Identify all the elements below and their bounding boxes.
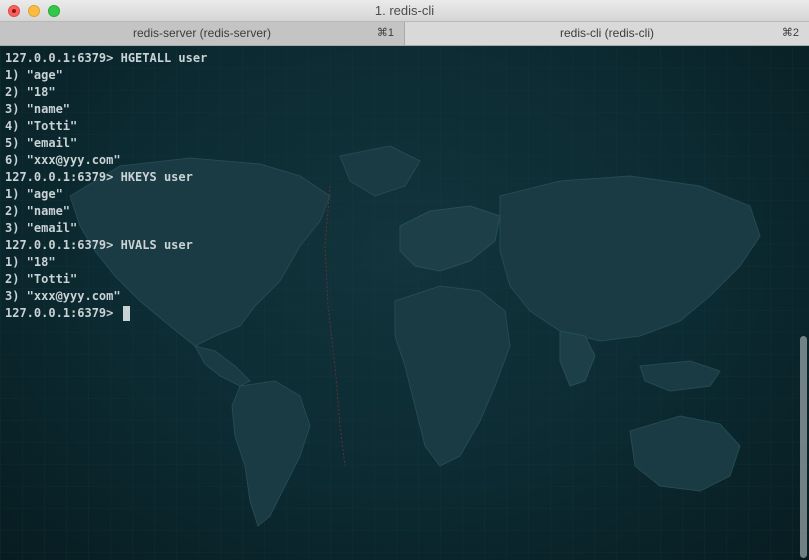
terminal-window: 1. redis-cli redis-server (redis-server)… xyxy=(0,0,809,560)
terminal-line: 3) "name" xyxy=(5,102,71,116)
title-bar: 1. redis-cli xyxy=(0,0,809,22)
terminal-line: 2) "name" xyxy=(5,204,71,218)
terminal-line: 2) "Totti" xyxy=(5,272,78,286)
tab-shortcut: ⌘2 xyxy=(781,27,799,39)
terminal-line: 127.0.0.1:6379> HVALS user xyxy=(5,238,193,252)
tab-label: redis-cli (redis-cli) xyxy=(559,26,654,40)
terminal-line: 1) "age" xyxy=(5,68,63,82)
terminal-line: 1) "18" xyxy=(5,255,56,269)
terminal-line: 127.0.0.1:6379> HGETALL user xyxy=(5,51,208,65)
current-prompt-line[interactable]: 127.0.0.1:6379> xyxy=(5,305,207,322)
vertical-scrollbar[interactable] xyxy=(798,46,809,560)
tab-redis-cli[interactable]: redis-cli (redis-cli) ⌘2 xyxy=(405,22,809,45)
terminal-lines: 127.0.0.1:6379> HGETALL user 1) "age" 2)… xyxy=(5,50,207,322)
terminal-line: 3) "email" xyxy=(5,221,78,235)
terminal-line: 4) "Totti" xyxy=(5,119,78,133)
prompt-text: 127.0.0.1:6379> xyxy=(5,306,121,320)
terminal-output[interactable]: 127.0.0.1:6379> HGETALL user 1) "age" 2)… xyxy=(0,46,809,560)
text-cursor xyxy=(122,306,130,321)
scrollbar-thumb[interactable] xyxy=(800,336,807,558)
tab-shortcut: ⌘1 xyxy=(376,27,394,39)
tab-redis-server[interactable]: redis-server (redis-server) ⌘1 xyxy=(0,22,405,45)
window-title: 1. redis-cli xyxy=(374,3,435,18)
terminal-line: 1) "age" xyxy=(5,187,63,201)
terminal-line: 2) "18" xyxy=(5,85,56,99)
tab-label: redis-server (redis-server) xyxy=(132,26,272,40)
terminal-line: 3) "xxx@yyy.com" xyxy=(5,289,121,303)
terminal-line: 127.0.0.1:6379> HKEYS user xyxy=(5,170,193,184)
terminal-line: 5) "email" xyxy=(5,136,78,150)
tab-bar: redis-server (redis-server) ⌘1 redis-cli… xyxy=(0,22,809,46)
terminal-line: 6) "xxx@yyy.com" xyxy=(5,153,121,167)
